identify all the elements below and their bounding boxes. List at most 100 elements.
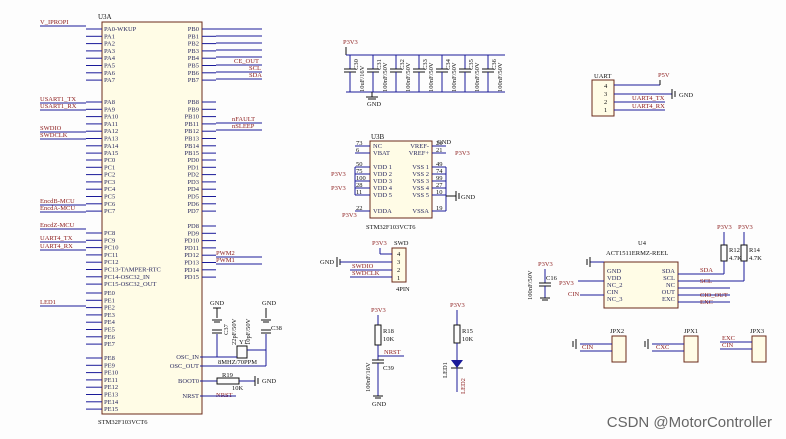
u4-left-pin-label: NC_2 <box>607 282 623 289</box>
jpx3-connector <box>751 335 767 363</box>
led-net: LED2 <box>460 378 467 394</box>
r19-ref: R19 <box>222 372 233 379</box>
net-usart1-tx: USART1_TX <box>40 96 76 103</box>
resistor-r12 <box>720 244 728 262</box>
net-encda: EncdA-MCU <box>40 205 75 212</box>
u4-left-pin-label: VDD <box>607 275 621 282</box>
mcu-left-pin-label: PC6 <box>104 201 116 208</box>
led-p3v3: P3V3 <box>450 302 465 309</box>
mcu-right-pin-label: PD10 <box>184 238 199 245</box>
u3b-right-pin-label: VSS 4 <box>412 185 430 192</box>
mcu-left-pin-label: PA8 <box>104 99 115 106</box>
mcu-right-pin-label: PB5 <box>188 63 199 70</box>
mcu-left-pin-label: PA10 <box>104 114 118 121</box>
u3b-right-pin-label: VREF- <box>410 143 429 150</box>
mcu-left-pin-label: PC5 <box>104 194 115 201</box>
u3b-left-pin-label: NC <box>373 143 382 150</box>
mcu-right-pin-label: PD1 <box>187 164 199 171</box>
uart-rx-net: UART4_RX <box>632 103 665 110</box>
u3b-p3v3-left: P3V3 <box>331 171 346 178</box>
net-nsleep: nSLEEP <box>232 123 255 130</box>
mcu-left-pin-label: PA1 <box>104 33 115 40</box>
jpx2-ref: JPX2 <box>610 328 624 335</box>
mcu-left-pin-label: PC9 <box>104 237 115 244</box>
jpx1-net: CXC <box>656 344 669 351</box>
net-ce-out: CE_OUT <box>234 58 259 65</box>
u3b-left-pin-label: VDD 2 <box>373 171 392 178</box>
mcu-left-pin-label: PC11 <box>104 252 118 259</box>
u3b-right-pin-num: 10 <box>436 189 443 196</box>
u3b-left-pin-num: 100 <box>356 175 366 182</box>
u3b-left-pin-num: 75 <box>356 168 363 175</box>
mcu-right-pin-label: PD13 <box>184 260 199 267</box>
jpx3-net2: CIN <box>722 342 734 349</box>
mcu-left-pin-label: PE15 <box>104 406 118 413</box>
cap-value: 100nF/50V <box>382 62 389 92</box>
net-led1: LED1 <box>40 299 56 306</box>
cap-value: 100nF/50V <box>428 62 435 92</box>
swd-pin-2: 2 <box>397 267 400 274</box>
mcu-right-pin-label: PB7 <box>188 77 200 84</box>
gnd-label-2: GND <box>262 300 276 307</box>
mcu-left-pin-label: PE6 <box>104 334 116 341</box>
mcu-right-pin-label: PD0 <box>187 157 199 164</box>
net-encdb: EncdB-MCU <box>40 198 75 205</box>
u4-right-pin-label: SDA <box>662 268 675 275</box>
uart-p5v: P5V <box>658 72 670 79</box>
mcu-left-pin-label: PC4 <box>104 186 116 193</box>
u3b-left-pin-num: 50 <box>356 161 363 168</box>
watermark: CSDN @MotorController <box>606 414 772 431</box>
mcu-osc-pin-label: NRST <box>182 393 199 400</box>
net-pwm2: PWM2 <box>216 250 235 257</box>
mcu-left-pin-label: PC12 <box>104 259 118 266</box>
mcu-osc-pin-label: BOOT0 <box>178 378 199 385</box>
net-uart4-rx: UART4_RX <box>40 243 73 250</box>
c37-value: 22pF/50V <box>231 318 238 345</box>
mcu-left-pin-label: PA12 <box>104 128 118 135</box>
crystal-ref: Y1 <box>239 339 247 346</box>
u3b-right-pin-label: VSS 1 <box>412 164 429 171</box>
r14-value: 4.7K <box>749 255 762 262</box>
r18-value: 10K <box>383 336 395 343</box>
c16-ref: C16 <box>546 275 558 282</box>
schematic-canvas: U3A STM32F103VCT6 PA0-WKUP PA1 PA2 PA3 PA4 PA… <box>0 0 786 439</box>
mcu-right-pin-label: PB14 <box>185 143 200 150</box>
uart-pin-2: 2 <box>604 99 607 106</box>
mcu-left-pin-label: PC2 <box>104 172 115 179</box>
cap-value: 100nF/50V <box>451 62 458 92</box>
u3b-right-pin-num: 19 <box>436 205 443 212</box>
r19-value: 10K <box>232 385 244 392</box>
r14-ref: R14 <box>749 247 761 254</box>
swd-title: SWD <box>394 240 409 247</box>
u3b-right-pin-label: VSS 3 <box>412 178 429 185</box>
u3b-right-pin-num: 21 <box>436 147 443 154</box>
jpx2-net: CIN <box>582 344 594 351</box>
jpx3-net: EXC <box>722 335 735 342</box>
gnd-label-1: GND <box>210 300 224 307</box>
u3b-left-pin-num: 22 <box>356 205 363 212</box>
c39-ref: C39 <box>383 365 394 372</box>
net-uart4-tx: UART4_TX <box>40 235 73 242</box>
mcu-left-pin-label: PC0 <box>104 157 115 164</box>
led-diode-icon <box>451 360 463 368</box>
mcu-left-pin-label: PE14 <box>104 399 119 406</box>
net-swdclk: SWDCLK <box>40 132 68 139</box>
mcu-left-pin-label: PA2 <box>104 41 115 48</box>
net-sda: SDA <box>249 72 262 79</box>
r15-ref: R15 <box>462 328 473 335</box>
u4-part: ACT1511ERMZ-REEL <box>606 250 668 257</box>
mcu-right-pin-label: PB2 <box>188 41 199 48</box>
net-swdio: SWDIO <box>40 125 62 132</box>
gnd-label-caps: GND <box>367 101 381 108</box>
u4-scl-net: SCL <box>700 278 712 285</box>
u3b-p3v3-vref: P3V3 <box>455 150 470 157</box>
mcu-left-pin-label: PE4 <box>104 319 116 326</box>
u3b-right-pin-num: 99 <box>436 175 443 182</box>
mcu-left-pin-label: PE2 <box>104 305 115 312</box>
mcu-left-pin-label: PA14 <box>104 143 119 150</box>
mcu-right-pin-label: PB13 <box>185 136 199 143</box>
mcu-left-pin-label: PE7 <box>104 341 116 348</box>
c39-value: 100nF/16V <box>365 362 372 392</box>
u3b-ref: U3B <box>371 133 385 141</box>
crystal-value: 8MHZ/70PPM <box>218 359 257 366</box>
